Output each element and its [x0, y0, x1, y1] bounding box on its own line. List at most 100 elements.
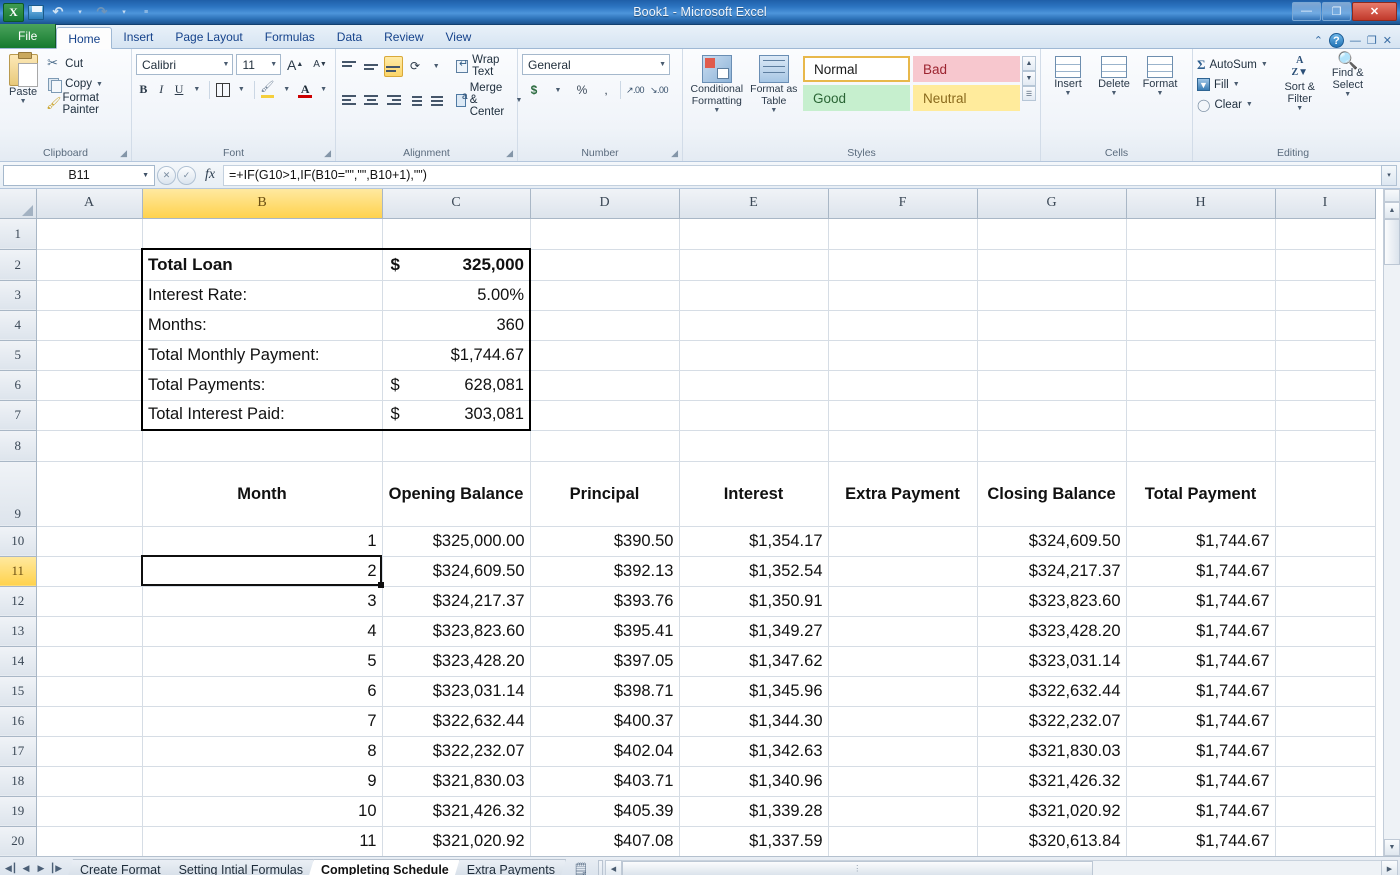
scroll-up-icon[interactable]: ▲	[1384, 202, 1400, 219]
table-row[interactable]: 17 8 $322,232.07 $402.04 $1,342.63 $321,830.0…	[0, 736, 1376, 767]
cell-f7[interactable]	[828, 400, 978, 431]
sheet-tab-create-format[interactable]: Create Format	[67, 859, 172, 875]
sheet-row-4[interactable]: 4 Months: 360	[0, 310, 1376, 341]
sort-filter-button[interactable]: A Z▼ Sort & Filter ▼	[1276, 55, 1324, 145]
cell-e14[interactable]: $1,347.62	[679, 646, 829, 677]
ribbon-tab-formulas[interactable]: Formulas	[254, 26, 326, 48]
cell-c13[interactable]: $323,823.60	[382, 616, 531, 647]
row-header-10[interactable]: 10	[0, 526, 37, 557]
cell-e8[interactable]	[679, 430, 829, 462]
cell-d19[interactable]: $405.39	[530, 796, 680, 827]
table-row[interactable]: 10 1 $325,000.00 $390.50 $1,354.17 $324,609.5…	[0, 526, 1376, 557]
window-controls[interactable]: — ❐ ✕	[1292, 1, 1400, 23]
cell-a6[interactable]	[36, 370, 143, 401]
ribbon-tab-home[interactable]: Home	[56, 27, 113, 49]
cell-e7[interactable]	[679, 400, 829, 431]
ribbon-tab-insert[interactable]: Insert	[112, 26, 164, 48]
cancel-formula-icon[interactable]: ✕	[157, 165, 176, 185]
styles-scroll-up-icon[interactable]: ▲	[1022, 56, 1036, 71]
minimize-ribbon-icon[interactable]: ⌃	[1314, 34, 1323, 47]
cell-style-normal[interactable]: Normal	[803, 56, 910, 82]
cell-g19[interactable]: $321,020.92	[977, 796, 1127, 827]
column-header-c[interactable]: C	[382, 189, 531, 219]
sort-filter-dropdown-icon[interactable]: ▼	[1296, 105, 1303, 112]
table-row[interactable]: 13 4 $323,823.60 $395.41 $1,349.27 $323,428.2…	[0, 616, 1376, 647]
percent-format-button[interactable]: %	[570, 79, 594, 101]
currency-format-button[interactable]: $	[522, 79, 546, 101]
sheet-tab-extra-payments[interactable]: Extra Payments	[454, 859, 566, 875]
align-middle-button[interactable]	[362, 56, 381, 77]
ribbon-tab-file[interactable]: File	[0, 24, 57, 48]
clear-button[interactable]: ◯ Clear ▼	[1197, 95, 1268, 114]
cell-e4[interactable]	[679, 310, 829, 341]
cell-f19[interactable]	[828, 796, 978, 827]
save-icon[interactable]	[26, 2, 46, 22]
row-header-13[interactable]: 13	[0, 616, 37, 647]
cell-c8[interactable]	[382, 430, 531, 462]
row-header-19[interactable]: 19	[0, 796, 37, 827]
cell-i3[interactable]	[1275, 280, 1376, 311]
name-box[interactable]: B11 ▼	[3, 164, 155, 186]
align-top-button[interactable]	[340, 56, 359, 77]
redo-icon[interactable]: ↷	[92, 2, 112, 22]
cell-a8[interactable]	[36, 430, 143, 462]
cell-styles-scroll[interactable]: ▲ ▼ ☰	[1022, 54, 1036, 103]
column-header-i[interactable]: I	[1275, 189, 1376, 219]
cell-b16[interactable]: 7	[142, 706, 383, 737]
cell-a1[interactable]	[36, 218, 143, 250]
ribbon-tab-review[interactable]: Review	[373, 26, 434, 48]
cell-i13[interactable]	[1275, 616, 1376, 647]
format-as-table-button[interactable]: Format as Table ▼	[747, 54, 801, 114]
cell-b2[interactable]: Total Loan	[141, 248, 383, 281]
cell-c2[interactable]: $ 325,000	[382, 248, 531, 281]
number-dialog-launcher-icon[interactable]: ◢	[671, 148, 678, 159]
cell-styles-gallery[interactable]: Normal Bad Good Neutral	[801, 54, 1022, 113]
styles-scroll-down-icon[interactable]: ▼	[1022, 71, 1036, 86]
bold-button[interactable]: B	[136, 79, 151, 100]
expand-formula-bar-icon[interactable]: ▾	[1381, 164, 1397, 186]
cell-g1[interactable]	[977, 218, 1127, 250]
cell-f16[interactable]	[828, 706, 978, 737]
grow-font-button[interactable]: A ▲	[284, 54, 306, 75]
wrap-text-button[interactable]: Wrap Text	[456, 54, 513, 78]
name-box-chevron-down-icon[interactable]: ▼	[142, 172, 149, 179]
cell-d16[interactable]: $400.37	[530, 706, 680, 737]
borders-dropdown-icon[interactable]: ▼	[234, 79, 249, 100]
conditional-formatting-dropdown-icon[interactable]: ▼	[713, 107, 720, 114]
cell-i16[interactable]	[1275, 706, 1376, 737]
cell-a5[interactable]	[36, 340, 143, 371]
row-header-12[interactable]: 12	[0, 586, 37, 617]
customize-qat-icon[interactable]: ≡	[136, 2, 156, 22]
cell-a7[interactable]	[36, 400, 143, 431]
cell-a17[interactable]	[36, 736, 143, 767]
cell-g7[interactable]	[977, 400, 1127, 431]
row-header-17[interactable]: 17	[0, 736, 37, 767]
autosum-button[interactable]: Σ AutoSum ▼	[1197, 55, 1268, 74]
scroll-down-icon[interactable]: ▼	[1384, 839, 1400, 856]
redo-dropdown-icon[interactable]: ▾	[114, 2, 134, 22]
cell-i19[interactable]	[1275, 796, 1376, 827]
horizontal-scroll-track[interactable]: ⋮	[621, 860, 1381, 875]
cell-e15[interactable]: $1,345.96	[679, 676, 829, 707]
scroll-right-icon[interactable]: ▶	[1381, 860, 1398, 875]
cell-f11[interactable]	[828, 556, 978, 587]
cell-g4[interactable]	[977, 310, 1127, 341]
align-right-button[interactable]	[384, 90, 403, 111]
cell-b20[interactable]: 11	[142, 826, 383, 856]
cell-a11[interactable]	[36, 556, 143, 587]
cell-e19[interactable]: $1,339.28	[679, 796, 829, 827]
cell-b7[interactable]: Total Interest Paid:	[141, 400, 383, 431]
cell-a10[interactable]	[36, 526, 143, 557]
merge-center-button[interactable]: Merge & Center ▼	[456, 82, 522, 118]
sheet-row-2[interactable]: 2 Total Loan $ 325,000	[0, 248, 1376, 281]
horizontal-scroll-thumb[interactable]: ⋮	[621, 861, 1093, 875]
cell-h5[interactable]	[1126, 340, 1276, 371]
font-dialog-launcher-icon[interactable]: ◢	[324, 148, 331, 159]
fill-color-dropdown-icon[interactable]: ▼	[279, 79, 294, 100]
cell-a16[interactable]	[36, 706, 143, 737]
cell-d7[interactable]	[530, 400, 680, 431]
cell-f6[interactable]	[828, 370, 978, 401]
cell-d13[interactable]: $395.41	[530, 616, 680, 647]
cell-g18[interactable]: $321,426.32	[977, 766, 1127, 797]
insert-cells-button[interactable]: Insert ▼	[1045, 54, 1091, 145]
